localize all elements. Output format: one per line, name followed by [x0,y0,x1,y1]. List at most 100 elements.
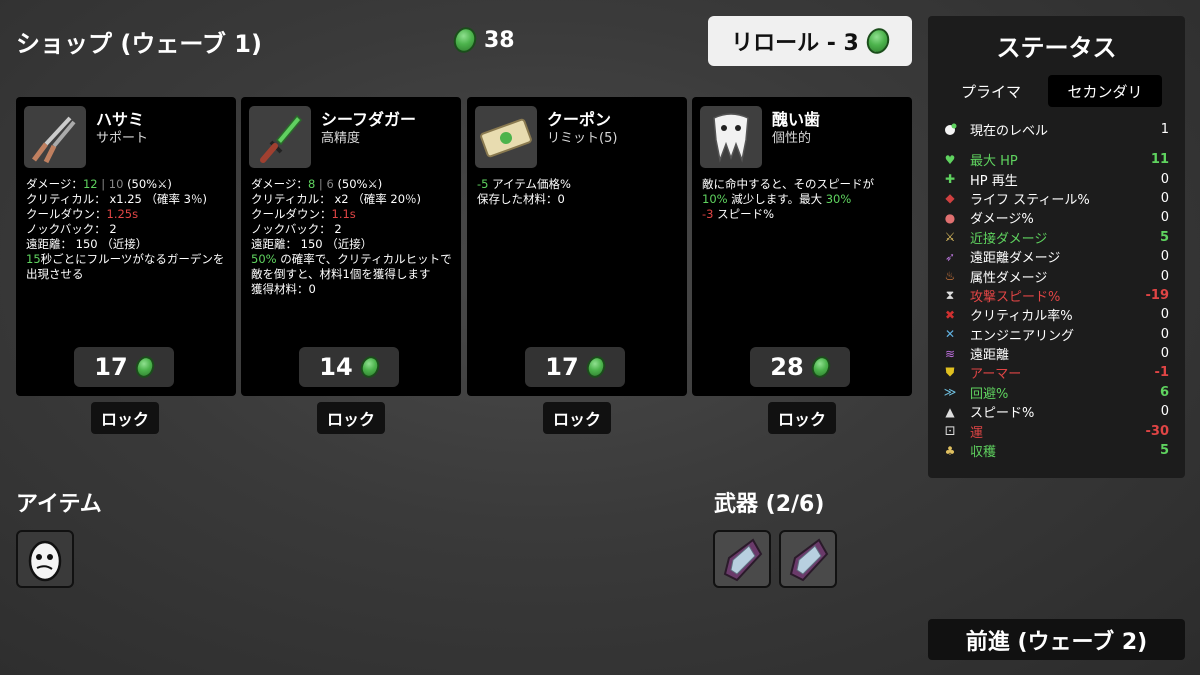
stat-text: 10% [702,192,728,206]
stat-value: 5 [1159,443,1169,459]
stat-text: ノックバック： 2 [26,222,117,236]
stat-line: 15秒ごとにフルーツがなるガーデンを出現させる [26,252,228,282]
stat-text: (50%⚔) [127,177,172,191]
stat-text: 遠距離： 150 （近接） [251,237,373,251]
tab-secondary[interactable]: セカンダリ [1048,75,1162,107]
stat-text: 1.25s [106,207,139,221]
weapon-slot[interactable] [779,530,837,588]
stat-label: 攻撃スピード% [970,289,1061,305]
item-type: 高精度 [321,131,361,146]
stat-label: 属性ダメージ [970,270,1048,286]
heart-icon: ♥ [944,152,956,167]
tab-primary[interactable]: プライマ [946,75,1036,107]
stat-line: クリティカル： x2 （確率 20％) [251,192,453,207]
dodge-icon: ≫ [943,385,957,400]
stat-label: 運 [970,425,984,441]
stat-line: ノックバック： 2 [251,222,453,237]
stat-text: ノックバック： 2 [251,222,342,236]
reroll-button[interactable]: リロール - 3 [708,16,912,66]
price-value: 28 [770,353,804,381]
crit-chance-icon: ✖ [944,307,956,322]
item-stats: -5 アイテム価格% 保存した材料：0 [477,177,679,207]
stat-text: -5 [477,177,489,191]
next-wave-button[interactable]: 前進 (ウェーブ 2) [928,619,1185,660]
material-count: 38 [484,27,515,53]
luck-icon: ⚀ [944,424,956,439]
shop-card[interactable]: 醜い歯 個性的 敵に命中すると、そのスピードが 10% 減少します。最大 30% -… [692,97,912,396]
stat-text: 減少します。最大 [727,192,826,206]
item-type: リミット(5) [547,131,618,146]
crystal-weapon-icon [789,538,829,582]
item-type: 個性的 [772,131,812,146]
stat-value: 5 [1159,229,1169,245]
item-stats: 敵に命中すると、そのスピードが 10% 減少します。最大 30% -3 スピード% [702,177,904,222]
stat-label: HP 再生 [970,173,1018,189]
stat-row: ⧗ 攻撃スピード% -19 [942,286,1169,305]
material-coin-icon [132,353,157,381]
stat-value: 0 [1160,346,1169,362]
stat-row: ♣ 収穫 5 [942,441,1169,460]
stat-text: ダメージ： [26,177,83,191]
stat-value: 0 [1160,404,1169,420]
stat-text: 敵に命中すると、そのスピードが [702,177,875,191]
lock-button[interactable]: ロック [317,402,385,434]
stat-list: ♥ 最大 HP 11 ✚ HP 再生 0 ◆ ライフ スティール% 0 ● ダメージ% 0 ⚔ 近接ダメー… [942,150,1169,460]
level-icon [942,123,958,137]
shop-card[interactable]: ハサミ サポート ダメージ：12 | 10 (50%⚔) クリティカル： x1.2… [16,97,236,396]
level-row: 現在のレベル 1 [942,120,1169,139]
stat-text: (50%⚔) [337,177,383,191]
lock-button[interactable]: ロック [543,402,611,434]
lock-button[interactable]: ロック [91,402,159,434]
stat-line: クールダウン：1.1s [251,207,453,222]
stat-label: アーマー [970,367,1022,383]
weapon-slot[interactable] [713,530,771,588]
stat-line: -5 アイテム価格% [477,177,679,192]
stat-text: アイテム価格% [488,177,571,191]
stat-row: ≫ 回避% 6 [942,383,1169,402]
weapons-section-title: 武器 (2/6) [714,492,825,517]
coupon-icon [475,106,537,168]
stat-text: の確率で、クリティカルヒットで敵を倒すと、材料1個を獲得します [251,252,452,281]
scissors-icon [24,106,86,168]
life-steal-icon: ◆ [945,191,955,206]
item-stats: ダメージ：8 | 6 (50%⚔) クリティカル： x2 （確率 20％) クールダ… [251,177,453,297]
stat-label: 遠距離 [970,348,1010,364]
damage-icon: ● [944,210,956,225]
shop-card[interactable]: クーポン リミット(5) -5 アイテム価格% 保存した材料：0 17 [467,97,687,396]
stat-row: ⛊ アーマー -1 [942,363,1169,382]
crystal-weapon-icon [723,538,763,582]
stat-text: 秒ごとにフルーツがなるガーデンを出現させる [26,252,225,281]
material-coin-icon [357,353,382,381]
material-counter: 38 [450,24,515,56]
stat-text: ダメージ： [251,177,308,191]
stat-line: 10% 減少します。最大 30% [702,192,904,207]
attack-speed-icon: ⧗ [945,287,955,302]
armor-icon: ⛊ [945,365,955,380]
stat-row: ▲ スピード% 0 [942,402,1169,421]
stat-label: ライフ スティール% [970,192,1090,208]
stat-value: 0 [1160,190,1169,206]
item-slot[interactable] [16,530,74,588]
engineering-icon: ✕ [944,327,956,342]
stat-line: クリティカル： x1.25 （確率 3％) [26,192,228,207]
stat-text: | 10 [97,177,128,191]
stat-line: クールダウン：1.25s [26,207,228,222]
shop-card[interactable]: シーフダガー 高精度 ダメージ：8 | 6 (50%⚔) クリティカル： x2 （… [241,97,461,396]
stat-label: 遠距離ダメージ [970,251,1061,267]
stats-panel: ステータス プライマ セカンダリ 現在のレベル 1 ♥ 最大 HP 11 ✚ HP 再生… [928,16,1185,478]
item-stats: ダメージ：12 | 10 (50%⚔) クリティカル： x1.25 （確率 3％)… [26,177,228,282]
stat-value: 11 [1150,152,1169,168]
stat-text: 遠距離： 150 （近接） [26,237,148,251]
lock-button[interactable]: ロック [768,402,836,434]
stat-value: -19 [1145,287,1170,303]
stat-value: 0 [1160,171,1169,187]
stat-row: ♨ 属性ダメージ 0 [942,266,1169,286]
stat-value: -1 [1154,365,1169,381]
stat-line: ダメージ：12 | 10 (50%⚔) [26,177,228,192]
stat-text: 1.1s [331,207,356,221]
stat-text: クリティカル： x2 （確率 20％) [251,192,422,206]
level-value: 1 [1160,122,1169,137]
elemental-damage-icon: ♨ [944,269,956,284]
level-label: 現在のレベル [970,124,1049,139]
harvesting-icon: ♣ [944,443,956,458]
